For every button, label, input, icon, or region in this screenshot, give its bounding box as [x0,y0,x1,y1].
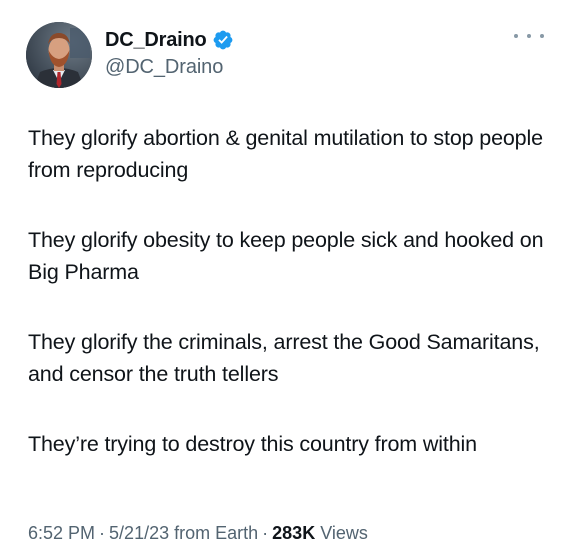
tweet-source: from Earth [174,523,259,543]
more-dot [540,34,544,38]
avatar-photo-icon [26,22,92,88]
tweet-meta: 6:52 PM · 5/21/23 from Earth · 283K Views [28,523,368,544]
views-count[interactable]: 283K [272,523,315,543]
tweet-paragraph: They glorify abortion & genital mutilati… [28,126,543,182]
tweet-paragraph: They glorify obesity to keep people sick… [28,228,544,284]
more-dot [527,34,531,38]
meta-separator: · [262,523,269,543]
tweet-time[interactable]: 6:52 PM [28,523,95,543]
tweet-date[interactable]: 5/21/23 [109,523,169,543]
display-name-row: DC_Draino [105,27,234,53]
more-options-icon[interactable] [514,30,544,42]
more-dot [514,34,518,38]
tweet-card: DC_Draino @DC_Draino They glorify aborti… [0,0,568,558]
avatar[interactable] [26,22,92,88]
tweet-paragraph: They’re trying to destroy this country f… [28,432,477,456]
display-name[interactable]: DC_Draino [105,29,207,52]
tweet-header: DC_Draino @DC_Draino [26,22,234,88]
tweet-body: They glorify abortion & genital mutilati… [28,122,548,498]
meta-separator: · [99,523,106,543]
verified-badge-icon[interactable] [212,29,234,51]
author-handle[interactable]: @DC_Draino [105,56,234,79]
author-names: DC_Draino @DC_Draino [105,27,234,79]
views-label: Views [320,523,368,543]
tweet-paragraph: They glorify the criminals, arrest the G… [28,330,540,386]
